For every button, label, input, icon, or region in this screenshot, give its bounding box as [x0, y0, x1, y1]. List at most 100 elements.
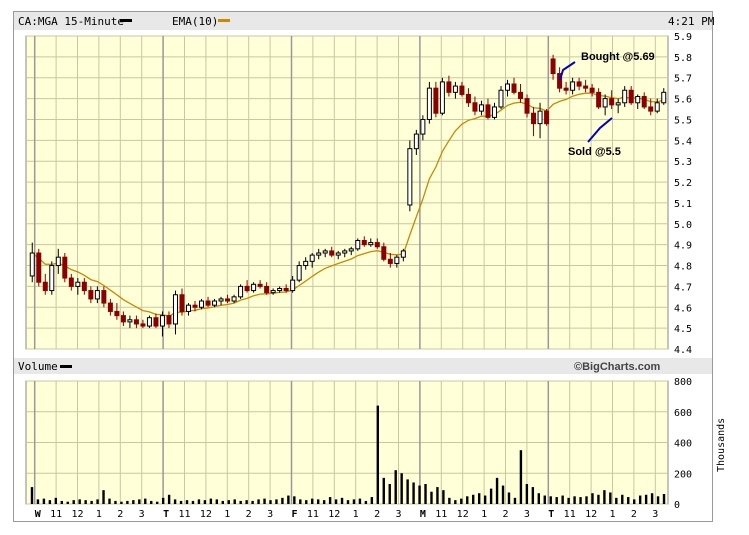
price-y-tick: 5.5 — [674, 115, 692, 126]
volume-bar — [78, 499, 81, 504]
x-day-label: M — [420, 509, 426, 520]
volume-bar — [525, 484, 529, 504]
volume-bar — [436, 487, 439, 504]
x-hour-tick: 11 — [307, 509, 319, 520]
volume-y-ticks: 800 600 400 200 0 — [674, 377, 692, 511]
volume-bar — [549, 496, 552, 504]
volume-bar — [161, 497, 165, 504]
candle-body — [609, 98, 615, 106]
candle-body — [212, 300, 218, 306]
price-y-tick: 5.1 — [674, 199, 692, 210]
candle-body — [49, 265, 55, 292]
candle-body — [518, 91, 524, 100]
volume-bar — [644, 494, 648, 504]
volume-bar — [144, 498, 147, 504]
volume-bar — [370, 497, 374, 504]
candle-body — [478, 104, 484, 112]
volume-bar — [263, 498, 266, 504]
volume-bar — [138, 499, 141, 504]
volume-bar — [519, 450, 523, 504]
volume-bar — [72, 500, 75, 504]
x-hour-tick: 1 — [96, 509, 102, 520]
candle-body — [407, 148, 413, 206]
candle-body — [296, 265, 302, 281]
volume-bar — [376, 405, 380, 504]
candle-body — [322, 250, 328, 254]
candle-body — [635, 96, 641, 104]
volume-bar — [155, 501, 159, 504]
price-y-tick: 4.9 — [674, 241, 692, 252]
candle-body — [62, 256, 68, 279]
volume-bar — [394, 470, 397, 504]
candle-body — [505, 83, 510, 91]
price-y-tick: 4.6 — [674, 303, 692, 314]
volume-bar — [185, 500, 189, 504]
volume-bar — [328, 497, 332, 504]
candle-body — [329, 250, 335, 256]
volume-y-tick: 800 — [674, 377, 692, 388]
volume-bar — [293, 496, 296, 504]
x-hour-tick: 2 — [246, 509, 252, 520]
candle-body — [42, 281, 48, 292]
candle-body — [589, 87, 595, 93]
candle-body — [257, 283, 263, 287]
candle-body — [140, 323, 146, 327]
volume-label: Volume — [18, 360, 58, 373]
volume-y-tick: 0 — [674, 500, 680, 511]
price-y-tick: 4.8 — [674, 262, 692, 273]
volume-bar — [633, 499, 636, 504]
volume-bar — [501, 485, 505, 504]
candle-body — [615, 102, 621, 106]
candle-body — [465, 93, 471, 104]
volume-bar — [233, 499, 236, 504]
candle — [36, 248, 42, 287]
x-hour-tick: 12 — [200, 509, 212, 520]
volume-bar — [322, 500, 326, 504]
price-y-tick: 4.7 — [674, 282, 692, 293]
candle — [426, 81, 432, 124]
volume-unit-label: Thousands — [716, 418, 727, 472]
volume-bar — [340, 497, 344, 504]
volume-y-tick: 400 — [674, 439, 692, 450]
x-hour-tick: 12 — [328, 509, 340, 520]
candle-body — [88, 290, 94, 300]
candle-body — [400, 250, 406, 258]
candle-body — [251, 283, 257, 292]
candle-body — [133, 319, 139, 325]
ema-label: EMA(10) — [172, 15, 218, 28]
x-hour-tick: 2 — [502, 509, 508, 520]
candle-body — [270, 290, 276, 294]
volume-bar — [311, 498, 314, 504]
volume-bar — [400, 473, 403, 504]
volume-bar — [418, 485, 421, 504]
volume-legend-swatch — [60, 365, 72, 368]
candle-body — [75, 281, 81, 287]
volume-bar — [442, 490, 445, 504]
candle-body — [622, 89, 628, 104]
price-legend-swatch — [120, 19, 132, 22]
volume-bar — [173, 499, 177, 504]
volume-bar — [609, 492, 612, 504]
candle-body — [231, 296, 237, 302]
volume-bar — [245, 500, 248, 504]
volume-bar — [579, 497, 582, 504]
candle-body — [374, 242, 380, 248]
price-y-ticks: 5.9 5.8 5.7 5.6 5.5 5.4 5.3 5.2 5.1 5.0 4.9 4.8 4.7 4… — [674, 32, 692, 356]
candle-body — [290, 279, 296, 292]
volume-bar — [513, 497, 517, 504]
candle-body — [238, 285, 244, 298]
volume-bar — [90, 500, 93, 504]
chart-svg: CA:MGA 15-Minute EMA(10) 4:21 PM 5.95.85… — [13, 11, 727, 522]
candle-body — [544, 110, 550, 125]
candle — [146, 315, 152, 329]
volume-bar — [239, 500, 242, 504]
volume-bar — [132, 500, 135, 504]
x-day-label: F — [292, 509, 298, 520]
volume-bar — [382, 477, 385, 504]
volume-bar — [388, 484, 391, 504]
x-hour-tick: 12 — [457, 509, 469, 520]
price-y-tick: 5.7 — [674, 74, 692, 85]
candle-body — [303, 260, 309, 267]
volume-bar — [543, 495, 546, 504]
candle-body — [29, 252, 35, 277]
